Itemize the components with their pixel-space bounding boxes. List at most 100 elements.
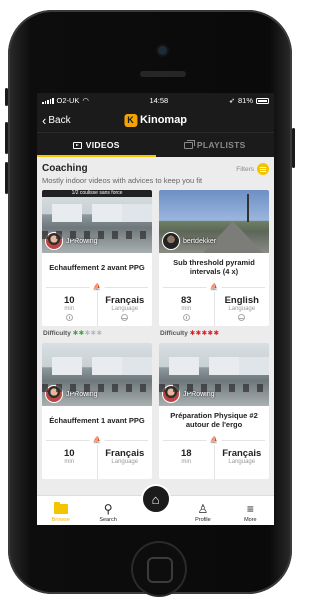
globe-icon xyxy=(121,314,129,321)
kinomap-logo-icon: K xyxy=(123,113,137,127)
language-label: Language xyxy=(111,459,139,465)
duration-value: 10 xyxy=(63,295,75,306)
difficulty-star-icon: ✱ xyxy=(213,330,220,337)
video-owner: JPRowing xyxy=(45,232,98,250)
tab-playlists[interactable]: PLAYLISTS xyxy=(156,133,275,157)
avatar xyxy=(45,385,63,403)
volume-up-button xyxy=(5,122,8,154)
brand-name: Kinomap xyxy=(139,114,188,126)
duration-unit: min xyxy=(181,306,192,312)
filters-label: Filters xyxy=(236,165,254,173)
mute-switch xyxy=(5,88,8,106)
carrier-label: O2-UK xyxy=(56,96,80,105)
chevron-left-icon: ‹ xyxy=(42,112,47,128)
language-label: Language xyxy=(228,306,256,312)
language-value: Français xyxy=(222,448,262,459)
app-screen: O2-UK ◠ 14:58 ➶ 81% ‹ Back K Kinomap VID… xyxy=(37,93,274,525)
tab-videos[interactable]: VIDEOS xyxy=(37,133,156,157)
video-owner: JPRowing xyxy=(45,385,98,403)
video-owner: bertdekker xyxy=(162,232,216,250)
duration-stat: 18 min xyxy=(159,445,214,479)
front-camera xyxy=(158,46,167,55)
tab-videos-label: VIDEOS xyxy=(85,140,120,150)
search-icon: ⚲ xyxy=(103,502,113,516)
power-button xyxy=(292,128,295,168)
video-title: Échauffement 1 avant PPG xyxy=(49,415,145,425)
rowing-icon: ⛵ xyxy=(206,283,222,292)
clock-icon xyxy=(65,314,73,321)
section-title: Coaching xyxy=(42,163,88,174)
filters-button[interactable]: Filters xyxy=(236,163,269,175)
duration-value: 83 xyxy=(180,295,192,306)
clock: 14:58 xyxy=(149,96,169,105)
earpiece-speaker xyxy=(140,71,186,77)
difficulty-label: Difficulty xyxy=(43,329,71,337)
location-icon: ➶ xyxy=(228,96,235,105)
tabbar-profile[interactable]: ♙ Profile xyxy=(179,496,226,525)
tab-playlists-label: PLAYLISTS xyxy=(196,140,246,150)
video-icon xyxy=(72,141,82,149)
video-title: Préparation Physique #2 autour de l'ergo xyxy=(170,411,258,429)
duration-unit: min xyxy=(64,459,75,465)
battery-percent: 81% xyxy=(237,96,253,105)
home-icon: ⌂ xyxy=(140,484,171,514)
signal-icon xyxy=(42,97,54,104)
battery-icon xyxy=(256,97,269,104)
brand-logo: K Kinomap xyxy=(123,113,188,127)
folder-icon xyxy=(53,502,68,514)
language-stat: Français Language xyxy=(96,445,153,479)
rowing-icon: ⛵ xyxy=(89,436,105,445)
rowing-icon: ⛵ xyxy=(89,283,105,292)
duration-stat: 10 min xyxy=(42,292,97,326)
difficulty-rating: Difficulty ✱✱✱✱✱ xyxy=(43,329,152,338)
language-stat: Français Language xyxy=(96,292,153,326)
avatar xyxy=(45,232,63,250)
person-icon: ♙ xyxy=(197,502,209,516)
rowing-icon: ⛵ xyxy=(206,436,222,445)
video-thumbnail: 1/2 coulisse sans force JPRowing xyxy=(42,190,152,253)
tabbar-browse[interactable]: Browse xyxy=(37,496,84,525)
wifi-icon: ◠ xyxy=(82,96,89,105)
duration-stat: 10 min xyxy=(42,445,97,479)
tabbar-search[interactable]: ⚲ Search xyxy=(84,496,131,525)
video-owner: JPRowing xyxy=(162,385,215,403)
video-card[interactable]: bertdekker Sub threshold pyramid interva… xyxy=(159,190,269,326)
tabbar-more[interactable]: ≡ More xyxy=(227,496,274,525)
clock-icon xyxy=(182,314,190,321)
back-button[interactable]: ‹ Back xyxy=(37,114,71,127)
hardware-home-button[interactable] xyxy=(133,543,185,595)
volume-down-button xyxy=(5,162,8,194)
language-value: Français xyxy=(105,295,145,306)
difficulty-star-icon: ✱ xyxy=(96,330,103,337)
tabbar-profile-label: Profile xyxy=(195,517,211,523)
menu-icon: ≡ xyxy=(246,502,254,516)
avatar xyxy=(162,385,180,403)
video-thumbnail: JPRowing xyxy=(159,343,269,406)
owner-name: bertdekker xyxy=(183,237,217,245)
video-card[interactable]: 1/2 coulisse sans force JPRowing Echauff… xyxy=(42,190,152,326)
owner-name: JPRowing xyxy=(66,237,98,245)
section-subtitle: Mostly indoor videos with advices to kee… xyxy=(42,176,203,185)
tabbar-home[interactable]: ⌂ xyxy=(132,484,179,525)
thumbnail-caption: 1/2 coulisse sans force xyxy=(42,190,152,197)
language-stat: English Language xyxy=(213,292,270,326)
difficulty-label: Difficulty xyxy=(160,329,188,337)
language-stat: Français Language xyxy=(213,445,270,479)
nav-bar: ‹ Back K Kinomap xyxy=(37,108,274,132)
filter-icon xyxy=(257,163,269,175)
globe-icon xyxy=(238,314,246,321)
difficulty-row: Difficulty ✱✱✱✱✱ Difficulty ✱✱✱✱✱ xyxy=(42,326,269,338)
tabbar-more-label: More xyxy=(244,517,257,523)
status-bar: O2-UK ◠ 14:58 ➶ 81% xyxy=(37,93,274,108)
owner-name: JPRowing xyxy=(66,390,98,398)
difficulty-stars: ✱✱✱✱✱ xyxy=(190,329,220,337)
duration-value: 18 xyxy=(180,448,192,459)
video-card[interactable]: JPRowing Échauffement 1 avant PPG ⛵ 10 m… xyxy=(42,343,152,479)
video-title: Echauffement 2 avant PPG xyxy=(49,262,145,272)
bottom-tab-bar: Browse ⚲ Search ⌂ ♙ Profile ≡ More xyxy=(37,484,274,525)
duration-unit: min xyxy=(181,459,192,465)
language-value: Français xyxy=(105,448,145,459)
tabbar-browse-label: Browse xyxy=(51,517,70,523)
avatar xyxy=(162,232,180,250)
video-card[interactable]: JPRowing Préparation Physique #2 autour … xyxy=(159,343,269,479)
